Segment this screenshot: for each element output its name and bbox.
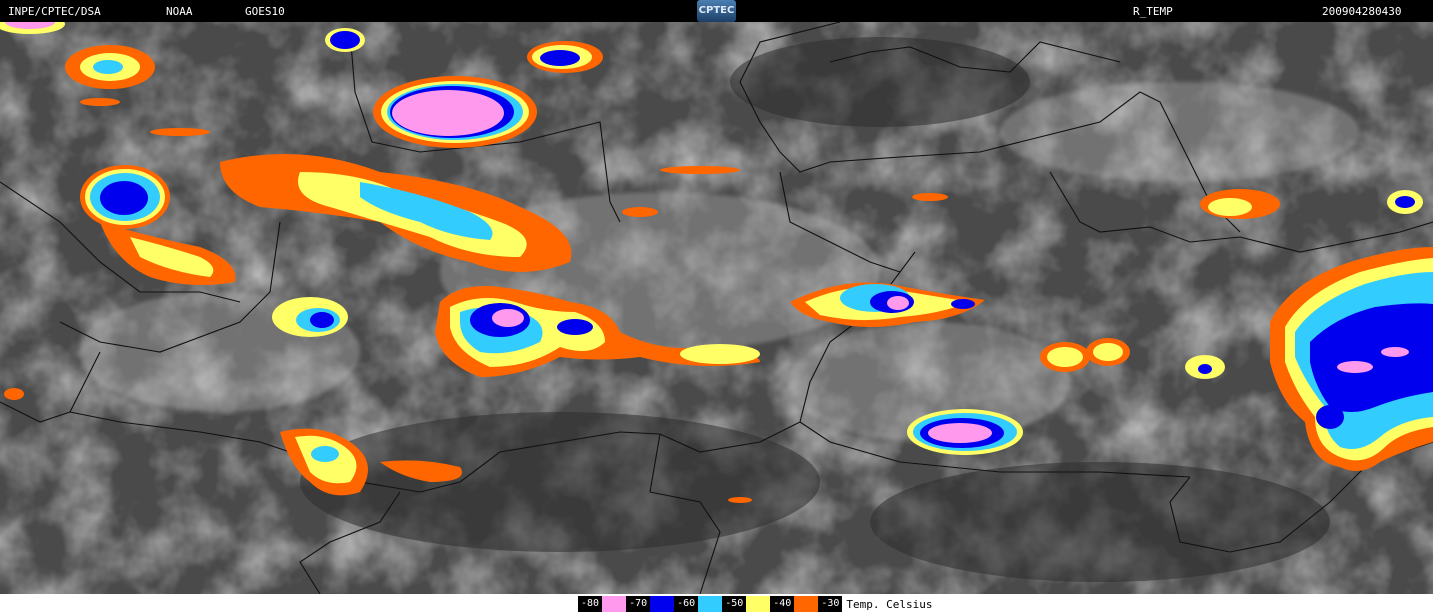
legend-label-60: -60 bbox=[674, 596, 699, 612]
satellite-image bbox=[0, 22, 1433, 594]
cptec-logo: CPTEC bbox=[697, 0, 736, 22]
infrared-map bbox=[0, 22, 1433, 594]
agency-label: NOAA bbox=[166, 5, 193, 18]
legend-unit: Temp. Celsius bbox=[846, 597, 933, 611]
legend-label-30: -30 bbox=[818, 596, 843, 612]
legend-swatch-70 bbox=[650, 596, 675, 612]
cluster-3 bbox=[80, 165, 170, 229]
cluster-1 bbox=[373, 76, 537, 148]
product-label: R_TEMP bbox=[1133, 5, 1173, 18]
satellite-label: GOES10 bbox=[245, 5, 285, 18]
source-label: INPE/CPTEC/DSA bbox=[8, 5, 101, 18]
legend-swatch-80 bbox=[602, 596, 627, 612]
legend-swatch-60 bbox=[698, 596, 723, 612]
legend-label-80: -80 bbox=[578, 596, 603, 612]
legend-label-50: -50 bbox=[722, 596, 747, 612]
legend-swatch-50 bbox=[746, 596, 771, 612]
legend-swatch-40 bbox=[794, 596, 819, 612]
header-bar: INPE/CPTEC/DSA NOAA GOES10 CPTEC R_TEMP … bbox=[0, 0, 1433, 22]
cluster-7 bbox=[272, 297, 348, 337]
timestamp-label: 200904280430 bbox=[1322, 5, 1402, 18]
cluster-9 bbox=[907, 409, 1023, 455]
legend-label-40: -40 bbox=[770, 596, 795, 612]
legend-label-70: -70 bbox=[626, 596, 651, 612]
temperature-legend: -80 -70 -60 -50 -40 -30 Temp. Celsius bbox=[578, 596, 932, 612]
